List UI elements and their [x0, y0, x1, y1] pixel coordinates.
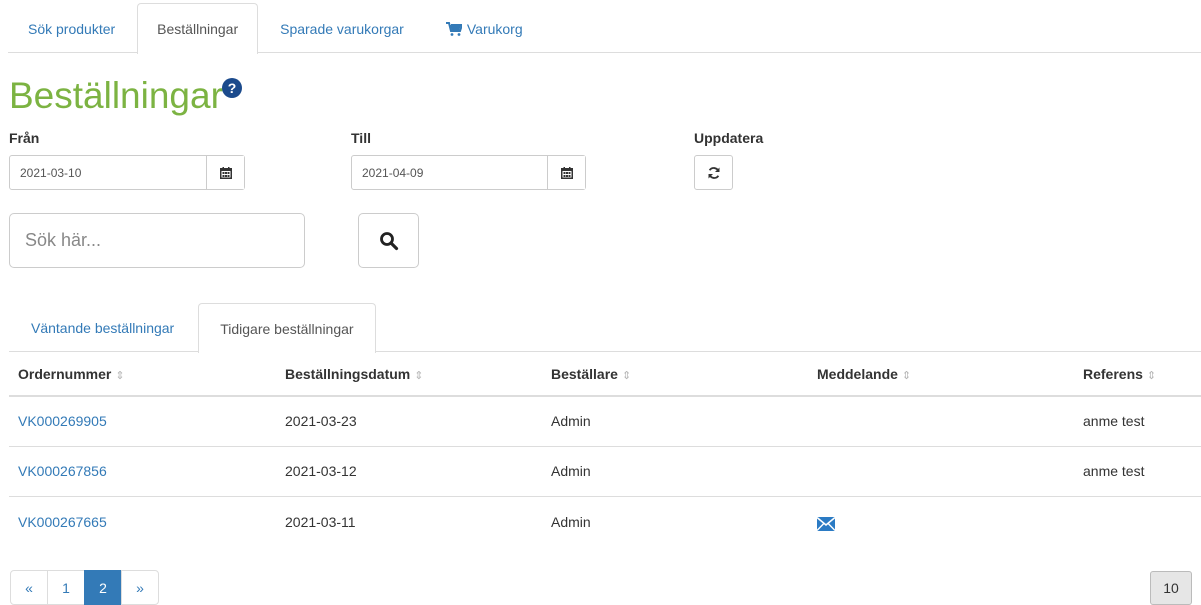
message-cell	[808, 496, 1074, 548]
order-link[interactable]: VK000267665	[18, 514, 107, 530]
table-row: VK000267665 2021-03-11 Admin	[9, 496, 1201, 548]
sort-icon: ⇕	[1146, 369, 1157, 382]
tab-orders[interactable]: Beställningar	[137, 3, 259, 54]
orderer-cell: Admin	[551, 514, 591, 531]
order-number-cell: VK000267856	[9, 446, 276, 497]
search-button[interactable]	[358, 213, 419, 268]
order-number-cell: VK000267665	[9, 496, 276, 548]
orderer-cell: Admin	[542, 446, 808, 497]
sort-icon: ⇕	[414, 369, 424, 382]
pagination-page-1[interactable]: 1	[47, 570, 85, 605]
order-date-cell: 2021-03-12	[276, 446, 542, 497]
header-reference[interactable]: Referens ⇕	[1074, 352, 1201, 397]
tab-saved-carts[interactable]: Sparade varukorgar	[260, 3, 424, 53]
pagination-prev[interactable]: «	[10, 570, 48, 605]
tab-label: Sök produkter	[28, 20, 116, 37]
sort-icon: ⇕	[901, 369, 912, 382]
order-link[interactable]: VK000269905	[18, 413, 107, 429]
top-nav-tabs: Sök produkter Beställningar Sparade varu…	[8, 3, 1201, 54]
order-date-cell: 2021-03-11	[285, 514, 356, 531]
search-input[interactable]	[9, 213, 305, 268]
envelope-icon[interactable]	[817, 517, 835, 532]
to-date-group	[351, 155, 586, 190]
tab-label: Sparade varukorgar	[280, 20, 404, 37]
from-date-group	[9, 155, 245, 190]
order-number-cell: VK000269905	[9, 396, 276, 447]
reference-cell	[1074, 496, 1201, 548]
header-order-date[interactable]: Beställningsdatum ⇕	[276, 352, 542, 397]
page-size-button[interactable]: 10	[1150, 571, 1192, 605]
header-order-number[interactable]: Ordernummer ⇕	[9, 352, 276, 397]
orderer-cell: Admin	[542, 396, 808, 447]
calendar-icon	[219, 166, 232, 179]
page-title: Beställningar	[9, 75, 223, 116]
refresh-icon	[708, 166, 719, 179]
pagination: « 1 2 »	[10, 570, 159, 605]
to-date-input[interactable]	[352, 156, 547, 189]
reference-cell: anme test	[1074, 396, 1201, 447]
from-date-input[interactable]	[10, 156, 206, 189]
reference-cell: anme test	[1074, 446, 1201, 497]
update-label: Uppdatera	[694, 130, 764, 146]
message-cell	[808, 446, 1074, 497]
refresh-button[interactable]	[694, 155, 733, 190]
sort-icon: ⇕	[115, 369, 125, 382]
calendar-icon	[560, 166, 573, 179]
sort-icon: ⇕	[621, 369, 632, 382]
table-row: VK000267856 2021-03-12 Admin anme test	[9, 446, 1201, 497]
tab-pending-orders[interactable]: Väntande beställningar	[9, 303, 196, 352]
pagination-page-2[interactable]: 2	[84, 570, 122, 605]
order-link[interactable]: VK000267856	[18, 463, 107, 479]
pagination-next[interactable]: »	[121, 570, 159, 605]
to-calendar-button[interactable]	[547, 156, 585, 189]
order-status-tabs: Väntande beställningar Tidigare beställn…	[9, 303, 1201, 353]
tab-cart[interactable]: Varukorg	[426, 3, 543, 53]
from-label: Från	[9, 130, 40, 146]
header-message[interactable]: Meddelande ⇕	[808, 352, 1074, 397]
help-icon[interactable]: ?	[222, 78, 242, 98]
orders-table: Ordernummer ⇕ Beställningsdatum ⇕ Beställa…	[9, 352, 1201, 548]
search-icon	[379, 231, 398, 250]
tab-label: Tidigare beställningar	[220, 320, 354, 337]
tab-label: Beställningar	[157, 21, 239, 37]
from-calendar-button[interactable]	[206, 156, 244, 189]
message-cell	[808, 396, 1074, 447]
to-label: Till	[351, 130, 371, 146]
header-orderer[interactable]: Beställare ⇕	[542, 352, 808, 397]
table-header-row: Ordernummer ⇕ Beställningsdatum ⇕ Beställa…	[9, 352, 1201, 397]
order-date-cell: 2021-03-23	[276, 396, 542, 447]
tab-label: Varukorg	[466, 20, 523, 37]
tab-search-products[interactable]: Sök produkter	[8, 3, 135, 53]
cart-icon	[445, 21, 462, 36]
tab-previous-orders[interactable]: Tidigare beställningar	[198, 303, 376, 353]
tab-label: Väntande beställningar	[31, 320, 175, 336]
table-row: VK000269905 2021-03-23 Admin anme test	[9, 396, 1201, 447]
